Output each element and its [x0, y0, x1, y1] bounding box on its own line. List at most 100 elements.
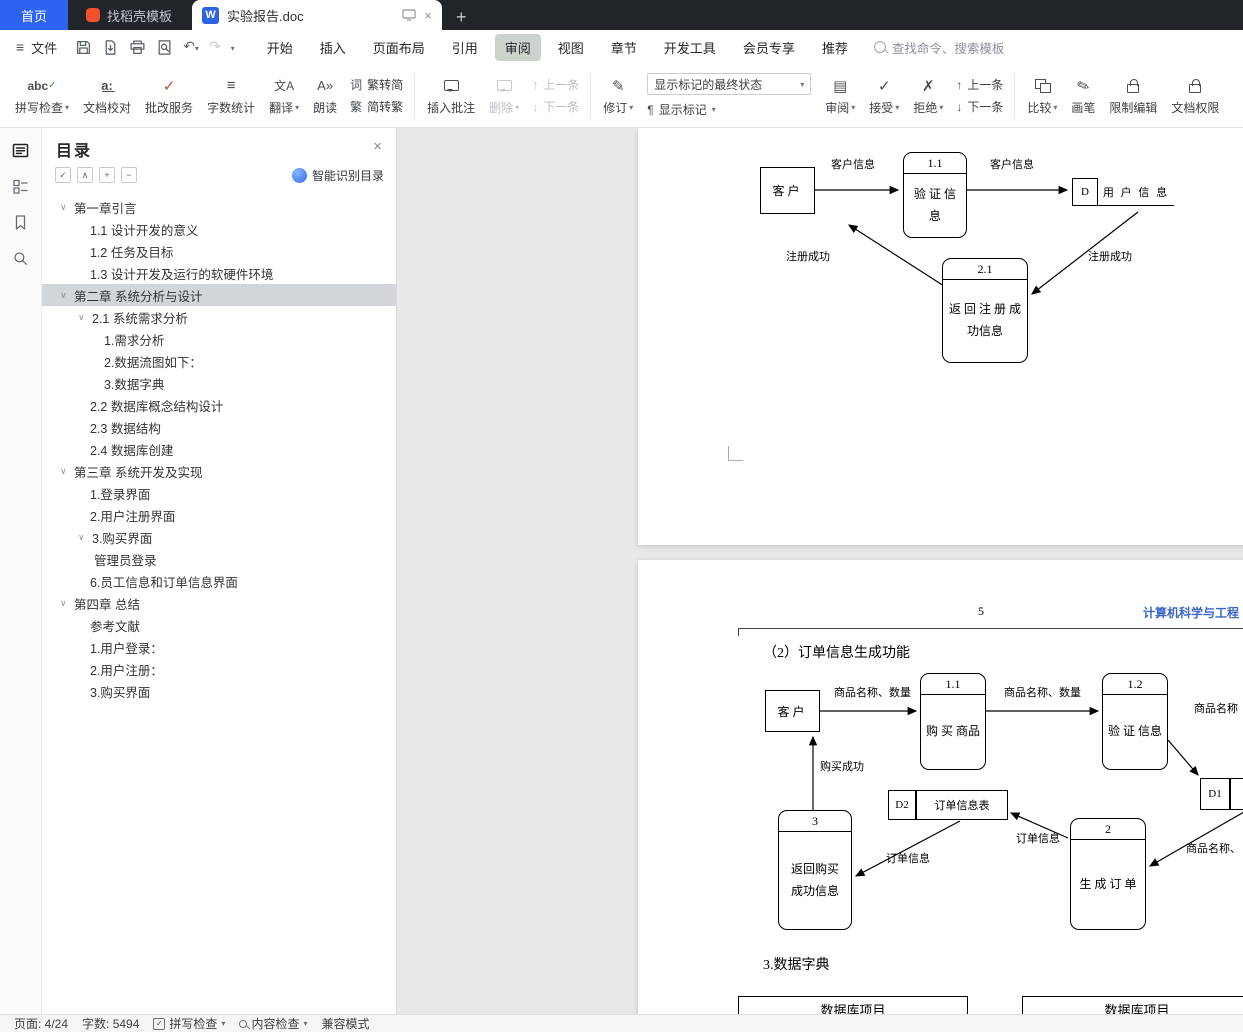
- toc-item[interactable]: 1.1 设计开发的意义: [42, 218, 396, 240]
- tab-page-layout[interactable]: 页面布局: [363, 34, 435, 61]
- next-comment-button[interactable]: ↓ 下一条: [532, 98, 579, 115]
- toc-item[interactable]: 1.2 任务及目标: [42, 240, 396, 262]
- tab-home[interactable]: 首页: [0, 0, 68, 30]
- toc-item[interactable]: 管理员登录: [42, 548, 396, 570]
- document-page-1[interactable]: 客户 1.1 验 证 信息 D 用 户 信 息 2.1 返 回 注 册 成功信息…: [638, 128, 1243, 545]
- toc-item[interactable]: 1.3 设计开发及运行的软硬件环境: [42, 262, 396, 284]
- outline-view-button[interactable]: [12, 178, 29, 195]
- print-preview-button[interactable]: [156, 39, 173, 56]
- toc-expand-all-button[interactable]: +: [99, 167, 115, 183]
- tab-docer-templates[interactable]: 找稻壳模板: [68, 0, 190, 30]
- detach-window-icon[interactable]: [402, 9, 417, 21]
- export-button[interactable]: [102, 39, 119, 56]
- tab-document-active[interactable]: W 实验报告.doc ×: [192, 0, 443, 30]
- doc-permission-button[interactable]: 文档权限: [1164, 68, 1226, 124]
- trad-to-simp-button[interactable]: 词繁转简: [350, 76, 403, 93]
- spell-check-icon: abc ✓: [27, 78, 57, 93]
- toc-item[interactable]: ∨ 3.购买界面: [42, 526, 396, 548]
- read-aloud-button[interactable]: A» 朗读: [306, 68, 344, 124]
- redo-button[interactable]: ↷: [209, 38, 221, 56]
- document-page-2[interactable]: 5 计算机科学与工程 （2）订单信息生成功能 客户 1.1 购 买 商品 1.2…: [638, 560, 1243, 1014]
- word-count-indicator[interactable]: 字数: 5494: [82, 1015, 139, 1032]
- bookmark-button[interactable]: [12, 214, 29, 231]
- tab-view[interactable]: 视图: [548, 34, 594, 61]
- next-change-button[interactable]: ↓ 下一条: [956, 98, 1003, 115]
- track-changes-button[interactable]: ✎ 修订 ▾: [596, 68, 640, 124]
- compat-mode-indicator[interactable]: 兼容模式: [321, 1015, 369, 1032]
- tab-recommend[interactable]: 推荐: [812, 34, 858, 61]
- dfd-external-customer: 客户: [765, 690, 820, 732]
- print-button[interactable]: [129, 39, 146, 56]
- restrict-editing-button[interactable]: 限制编辑: [1102, 68, 1164, 124]
- quick-access-toolbar: ↶▾ ↷ ▾: [75, 38, 235, 56]
- save-button[interactable]: [75, 39, 92, 56]
- reject-button[interactable]: ✗ 拒绝 ▾: [906, 68, 950, 124]
- toc-item[interactable]: 1.用户登录：: [42, 636, 396, 658]
- close-toc-icon[interactable]: ×: [373, 139, 382, 154]
- toc-item[interactable]: 6.员工信息和订单信息界面: [42, 570, 396, 592]
- markup-state-dropdown[interactable]: 显示标记的最终状态 ▾: [647, 73, 812, 95]
- correction-service-button[interactable]: ✓ 批改服务: [138, 68, 200, 124]
- spell-check-button[interactable]: abc ✓ 拼写检查 ▾: [8, 68, 76, 124]
- tab-section[interactable]: 章节: [601, 34, 647, 61]
- document-canvas[interactable]: 客户 1.1 验 证 信息 D 用 户 信 息 2.1 返 回 注 册 成功信息…: [397, 128, 1243, 1014]
- toc-item[interactable]: 2.用户注册界面: [42, 504, 396, 526]
- undo-button[interactable]: ↶▾: [183, 38, 199, 56]
- toc-item[interactable]: 1.登录界面: [42, 482, 396, 504]
- toc-item[interactable]: 2.4 数据库创建: [42, 438, 396, 460]
- more-commands-button[interactable]: ▾: [231, 38, 235, 56]
- toc-item[interactable]: ∨ 第四章 总结: [42, 592, 396, 614]
- insert-comment-button[interactable]: 插入批注: [420, 68, 482, 124]
- file-menu-button[interactable]: ≡ 文件: [16, 38, 57, 57]
- toc-item[interactable]: 2.数据流图如下：: [42, 350, 396, 372]
- toc-collapse-all-button[interactable]: −: [121, 167, 137, 183]
- doc-proof-button[interactable]: a͟: 文档校对: [76, 68, 138, 124]
- content-check-toggle[interactable]: 内容检查 ▾: [239, 1015, 307, 1032]
- tab-member[interactable]: 会员专享: [733, 34, 805, 61]
- review-pane-button[interactable]: ▤ 审阅 ▾: [818, 68, 862, 124]
- new-tab-button[interactable]: +: [456, 8, 467, 26]
- compare-button[interactable]: 比较 ▾: [1020, 68, 1064, 124]
- word-count-button[interactable]: ≡ 字数统计: [200, 68, 262, 124]
- prev-comment-button[interactable]: ↑ 上一条: [532, 76, 579, 93]
- toc-item[interactable]: 1.需求分析: [42, 328, 396, 350]
- translate-icon: 文A: [274, 79, 295, 93]
- menu-bar: ≡ 文件 ↶▾ ↷ ▾ 开始 插入 页面布局 引用 审阅 视图 章节 开发工具 …: [0, 30, 1243, 64]
- toc-item[interactable]: 2.3 数据结构: [42, 416, 396, 438]
- toc-panel-toggle[interactable]: [12, 142, 29, 159]
- data-table-1: 数据库项目: [738, 996, 968, 1014]
- tab-references[interactable]: 引用: [442, 34, 488, 61]
- toc-item-selected[interactable]: ∨ 第二章 系统分析与设计: [42, 284, 396, 306]
- spell-check-toggle[interactable]: ✓ 拼写检查 ▾: [153, 1015, 225, 1032]
- delete-comment-button[interactable]: 删除 ▾: [482, 68, 526, 124]
- close-tab-icon[interactable]: ×: [424, 8, 432, 23]
- tab-insert[interactable]: 插入: [310, 34, 356, 61]
- prev-change-button[interactable]: ↑ 上一条: [956, 76, 1003, 93]
- toc-item[interactable]: 3.数据字典: [42, 372, 396, 394]
- accept-button[interactable]: ✓ 接受 ▾: [862, 68, 906, 124]
- toc-item[interactable]: ∨ 第三章 系统开发及实现: [42, 460, 396, 482]
- smart-recognize-button[interactable]: 智能识别目录: [291, 167, 384, 184]
- toc-item[interactable]: ∨ 2.1 系统需求分析: [42, 306, 396, 328]
- flow-label: 客户信息: [831, 159, 875, 171]
- toc-item[interactable]: ∨ 第一章引言: [42, 196, 396, 218]
- tab-review[interactable]: 审阅: [494, 33, 541, 61]
- dfd-process-2-1: 2.1 返 回 注 册 成功信息: [942, 258, 1028, 363]
- ink-button[interactable]: ✎ 画笔: [1064, 68, 1102, 124]
- toc-item[interactable]: 2.2 数据库概念结构设计: [42, 394, 396, 416]
- simp-to-trad-button[interactable]: 繁简转繁: [350, 98, 403, 115]
- tab-start[interactable]: 开始: [257, 34, 303, 61]
- toc-item[interactable]: 3.购买界面: [42, 680, 396, 702]
- status-bar: 页面: 4/24 字数: 5494 ✓ 拼写检查 ▾ 内容检查 ▾ 兼容模式: [0, 1014, 1243, 1032]
- toc-item[interactable]: 参考文献: [42, 614, 396, 636]
- toc-select-button[interactable]: ✓: [55, 167, 71, 183]
- table-header: 数据库项目: [1104, 1003, 1170, 1014]
- search-panel-button[interactable]: [12, 250, 29, 267]
- command-search[interactable]: 查找命令、搜索模板: [873, 38, 1004, 57]
- toc-collapse-button[interactable]: ∧: [77, 167, 93, 183]
- tab-dev-tools[interactable]: 开发工具: [654, 34, 726, 61]
- page-indicator[interactable]: 页面: 4/24: [14, 1015, 68, 1032]
- show-markup-button[interactable]: ¶ 显示标记 ▾: [647, 101, 811, 118]
- toc-item[interactable]: 2.用户注册：: [42, 658, 396, 680]
- translate-button[interactable]: 文A 翻译 ▾: [262, 68, 306, 124]
